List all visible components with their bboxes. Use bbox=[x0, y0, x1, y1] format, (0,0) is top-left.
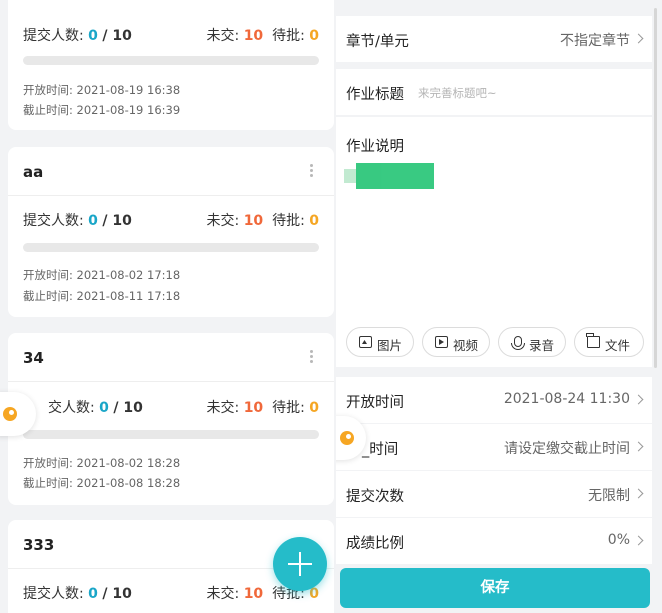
score-ratio-label: 成绩比例 bbox=[346, 536, 404, 552]
pending-count: 0 bbox=[309, 213, 319, 229]
assignment-stats: 交人数: 0 / 10 未交: 10 待批: 0 bbox=[23, 397, 319, 417]
divider bbox=[8, 381, 334, 382]
open-time-label: 开放时间 bbox=[346, 395, 404, 411]
assignment-form: 章节/单元 不指定章节 作业标题 来完善标题吧~ 作业说明 图片 视频 录音 文… bbox=[336, 0, 662, 613]
insert-image-button[interactable]: 图片 bbox=[346, 327, 414, 357]
open-time: 开放时间: 2021-08-02 18:28 bbox=[23, 456, 181, 470]
submitted-label: 提交人数: bbox=[23, 586, 84, 602]
pending-label: 待批: bbox=[272, 213, 305, 229]
chevron-right-icon bbox=[633, 394, 644, 405]
chevron-right-icon bbox=[633, 33, 644, 44]
video-icon bbox=[435, 336, 448, 348]
assignment-title: aa bbox=[23, 163, 44, 181]
insert-video-button[interactable]: 视频 bbox=[422, 327, 490, 357]
assignment-title: 333 bbox=[23, 536, 55, 554]
pending-label: 待批: bbox=[272, 28, 305, 44]
palette-icon bbox=[340, 431, 354, 445]
submitted-label: 提交人数: bbox=[23, 213, 84, 229]
submitted-count: 0 bbox=[88, 213, 98, 229]
score-ratio-row[interactable]: 成绩比例 0% bbox=[336, 518, 652, 564]
assignment-stats: 提交人数: 0 / 10 未交: 10 待批: 0 bbox=[23, 583, 319, 603]
chapter-row[interactable]: 章节/单元 不指定章节 bbox=[336, 16, 652, 62]
chapter-value: 不指定章节 bbox=[560, 33, 630, 49]
attempts-row[interactable]: 提交次数 无限制 bbox=[336, 471, 652, 517]
assignment-card[interactable]: 34 交人数: 0 / 10 未交: 10 待批: 0 开放时间: 2021-0… bbox=[8, 333, 334, 505]
total-count: / 10 bbox=[102, 213, 132, 229]
chevron-right-icon bbox=[633, 488, 644, 499]
assignment-list: 提交人数: 0 / 10 未交: 10 待批: 0 开放时间: 2021-08-… bbox=[0, 0, 336, 613]
due-time: 截止时间: 2021-08-08 18:28 bbox=[23, 476, 181, 490]
assignment-stats: 提交人数: 0 / 10 未交: 10 待批: 0 bbox=[23, 210, 319, 230]
attempts-label: 提交次数 bbox=[346, 489, 404, 505]
total-count: / 10 bbox=[113, 400, 143, 416]
more-options-icon[interactable] bbox=[310, 350, 314, 365]
add-assignment-button[interactable] bbox=[273, 537, 327, 591]
assignment-card[interactable]: aa 提交人数: 0 / 10 未交: 10 待批: 0 开放时间: 2021-… bbox=[8, 147, 334, 317]
total-count: / 10 bbox=[102, 586, 132, 602]
chevron-right-icon bbox=[633, 535, 644, 546]
due-time: 截止时间: 2021-08-11 17:18 bbox=[23, 289, 181, 303]
due-time-row[interactable]: _时间 请设定缴交截止时间 bbox=[336, 424, 652, 470]
folder-icon bbox=[586, 333, 600, 348]
chevron-right-icon bbox=[633, 441, 644, 452]
image-icon bbox=[359, 336, 372, 348]
insert-video-label: 视频 bbox=[453, 338, 479, 353]
unsubmitted-label: 未交: bbox=[206, 28, 240, 44]
submission-progress-bar bbox=[23, 430, 319, 439]
attach-file-button[interactable]: 文件 bbox=[574, 327, 644, 357]
submitted-label: 提交人数: bbox=[23, 28, 84, 44]
description-label: 作业说明 bbox=[346, 139, 404, 155]
open-time: 开放时间: 2021-08-02 17:18 bbox=[23, 268, 181, 282]
attach-file-label: 文件 bbox=[605, 338, 631, 353]
submission-progress-bar bbox=[23, 243, 319, 252]
more-options-icon[interactable] bbox=[310, 164, 314, 179]
open-time: 开放时间: 2021-08-19 16:38 bbox=[23, 83, 181, 97]
embedded-content bbox=[344, 163, 434, 189]
open-time-row[interactable]: 开放时间 2021-08-24 11:30 bbox=[336, 377, 652, 423]
unsubmitted-label: 未交: bbox=[206, 586, 240, 602]
pending-count: 0 bbox=[309, 400, 319, 416]
palette-icon bbox=[3, 407, 17, 421]
submitted-label: 交人数: bbox=[48, 400, 95, 416]
due-time: 截止时间: 2021-08-19 16:39 bbox=[23, 103, 181, 117]
assignment-title: 34 bbox=[23, 349, 44, 367]
microphone-icon bbox=[511, 336, 525, 350]
assignment-card[interactable]: 提交人数: 0 / 10 未交: 10 待批: 0 开放时间: 2021-08-… bbox=[8, 0, 334, 130]
unsubmitted-label: 未交: bbox=[206, 400, 240, 416]
unsubmitted-count: 10 bbox=[243, 28, 264, 44]
submission-progress-bar bbox=[23, 56, 319, 65]
unsubmitted-count: 10 bbox=[243, 586, 264, 602]
open-time-value: 2021-08-24 11:30 bbox=[503, 391, 630, 407]
submitted-count: 0 bbox=[99, 400, 109, 416]
divider bbox=[8, 195, 334, 196]
submitted-count: 0 bbox=[88, 586, 98, 602]
title-label: 作业标题 bbox=[346, 87, 404, 103]
pending-label: 待批: bbox=[272, 400, 305, 416]
title-input[interactable]: 来完善标题吧~ bbox=[418, 85, 497, 101]
attempts-value: 无限制 bbox=[588, 488, 630, 504]
unsubmitted-count: 10 bbox=[243, 400, 264, 416]
assignment-stats: 提交人数: 0 / 10 未交: 10 待批: 0 bbox=[23, 25, 319, 45]
submitted-count: 0 bbox=[88, 28, 98, 44]
scrollbar[interactable] bbox=[654, 8, 657, 368]
insert-image-label: 图片 bbox=[377, 338, 403, 353]
unsubmitted-label: 未交: bbox=[206, 213, 240, 229]
due-time-label: _时间 bbox=[362, 442, 399, 458]
unsubmitted-count: 10 bbox=[243, 213, 264, 229]
record-audio-label: 录音 bbox=[529, 338, 555, 353]
chapter-label: 章节/单元 bbox=[346, 34, 409, 50]
record-audio-button[interactable]: 录音 bbox=[498, 327, 566, 357]
save-button[interactable]: 保存 bbox=[340, 568, 650, 608]
title-row[interactable]: 作业标题 来完善标题吧~ bbox=[336, 69, 652, 115]
total-count: / 10 bbox=[102, 28, 132, 44]
score-ratio-value: 0% bbox=[607, 532, 630, 548]
pending-count: 0 bbox=[309, 28, 319, 44]
due-time-value: 请设定缴交截止时间 bbox=[504, 441, 630, 457]
